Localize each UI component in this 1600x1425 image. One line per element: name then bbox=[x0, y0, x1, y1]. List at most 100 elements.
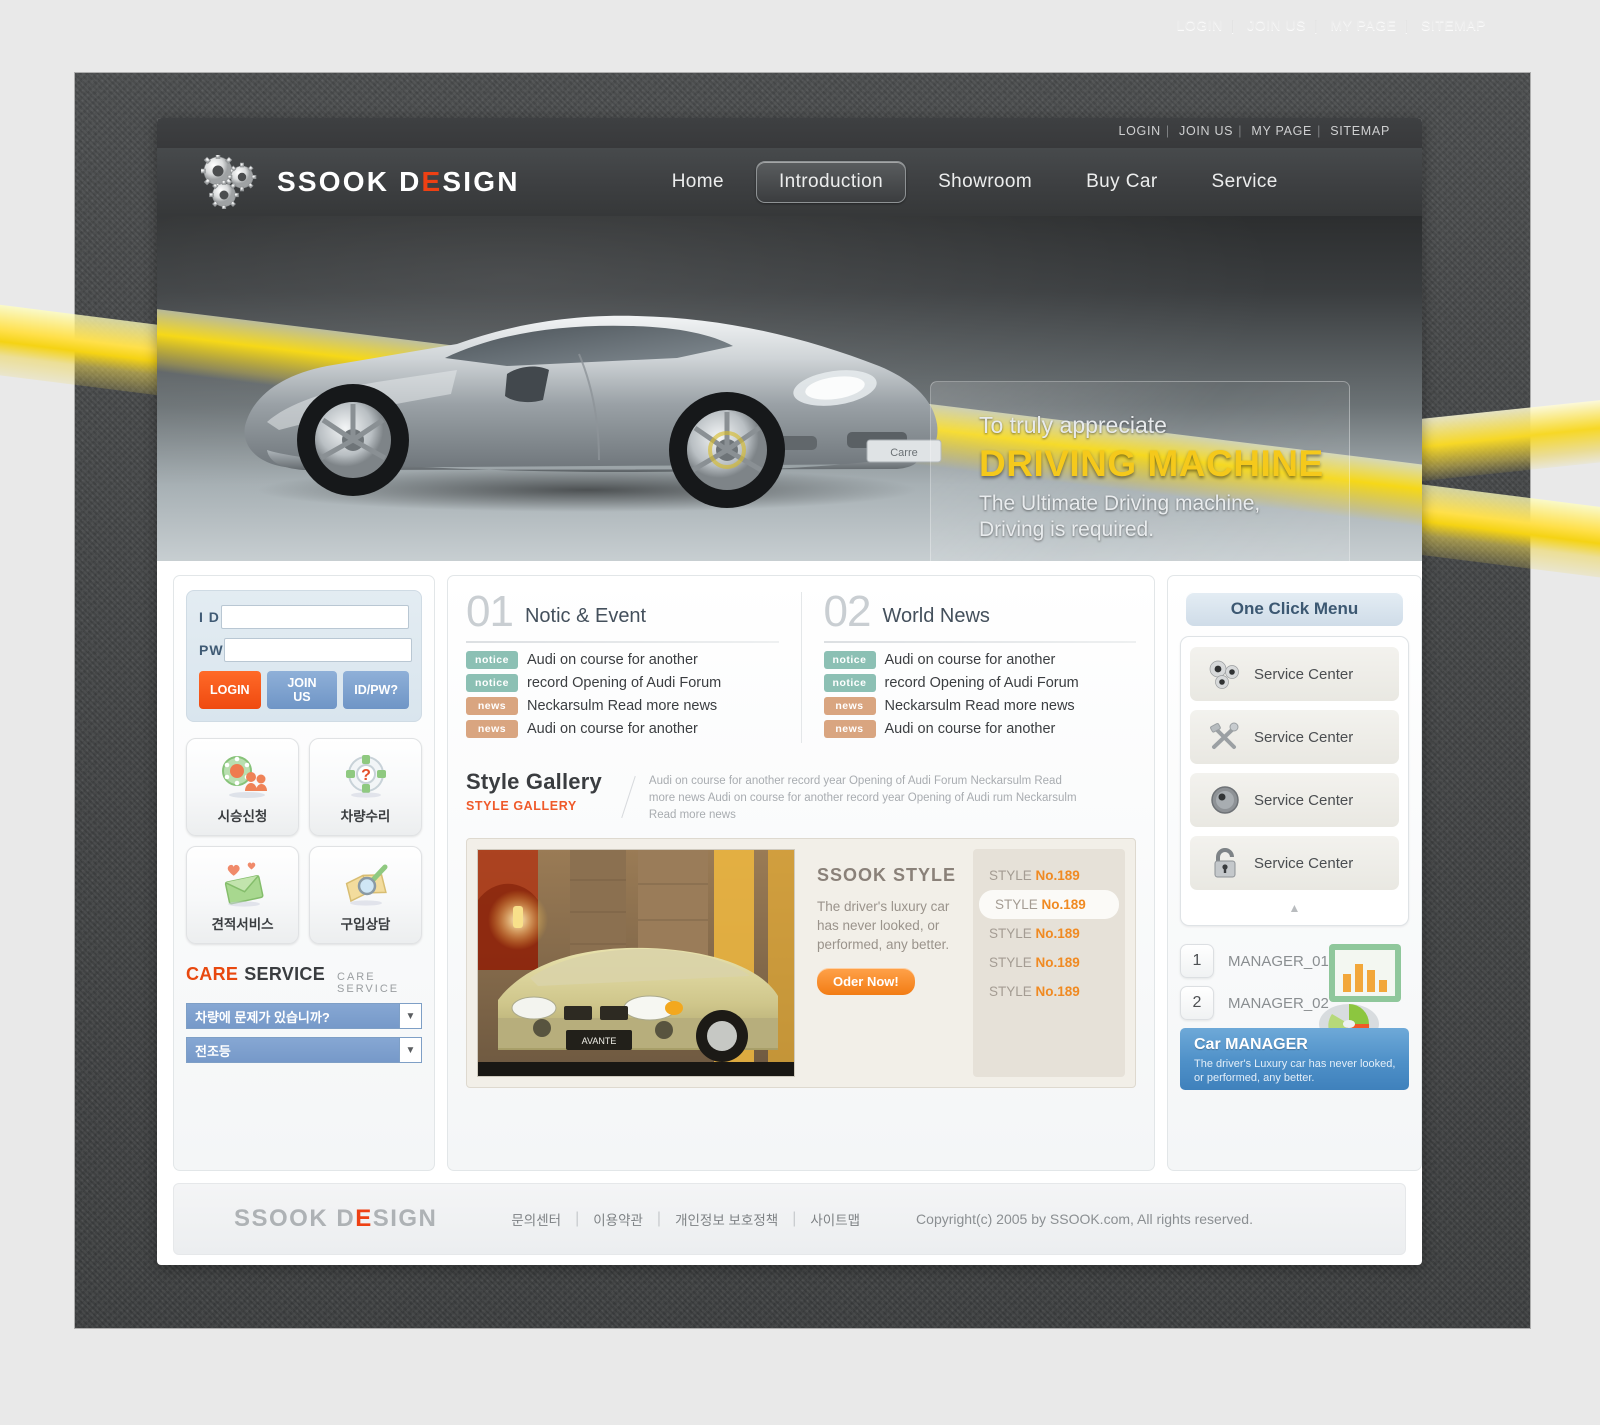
hero-headline: DRIVING MACHINE bbox=[979, 443, 1324, 484]
style-number: No.189 bbox=[1035, 984, 1080, 1000]
news-row[interactable]: notice record Opening of Audi Forum bbox=[823, 673, 1137, 692]
care-title-service: SERVICE bbox=[244, 964, 326, 984]
tile-estimate-service[interactable]: 견적서비스 bbox=[186, 846, 299, 944]
style-gallery-title: Style Gallery bbox=[466, 768, 602, 794]
style-list-item[interactable]: STYLE No.189 bbox=[973, 977, 1125, 1006]
divider bbox=[466, 640, 779, 643]
pw-input[interactable] bbox=[223, 638, 412, 662]
join-us-button[interactable]: JOIN US bbox=[266, 671, 338, 709]
care-select-part-value: 전조등 bbox=[195, 1043, 231, 1059]
tile-test-drive[interactable]: 시승신청 bbox=[186, 738, 299, 836]
one-click-item-lock[interactable]: Service Center bbox=[1190, 836, 1399, 890]
one-click-item-disc[interactable]: Service Center bbox=[1190, 773, 1399, 827]
brand-highlight: E bbox=[421, 166, 443, 197]
utility-mypage-link[interactable]: MY PAGE bbox=[1251, 124, 1312, 138]
footer-brand-highlight: E bbox=[355, 1205, 373, 1232]
style-list-item[interactable]: STYLE No.189 bbox=[973, 919, 1125, 948]
news-row[interactable]: news Neckarsulm Read more news bbox=[823, 696, 1137, 715]
car-plate-label: AVANTE bbox=[582, 1036, 617, 1046]
care-subtitle: CARE SERVICE bbox=[337, 971, 400, 995]
book-magnifier-icon bbox=[340, 857, 392, 911]
car-plate-text: Carre bbox=[890, 447, 918, 459]
style-number: No.189 bbox=[1041, 897, 1086, 913]
ghost-nav-mypage: MY PAGE bbox=[1330, 17, 1397, 33]
one-click-more-button[interactable]: ▲ bbox=[1190, 899, 1399, 919]
one-click-item-gears[interactable]: Service Center bbox=[1190, 647, 1399, 701]
footer-brand-part1: SSOOK D bbox=[234, 1205, 356, 1232]
hero-banner: Carre To truly appreciate DRIVING MACHIN… bbox=[157, 216, 1422, 561]
chevron-down-icon: ▼ bbox=[399, 1004, 421, 1028]
section-number: 01 bbox=[466, 587, 514, 636]
nav-item-introduction[interactable]: Introduction bbox=[755, 161, 907, 203]
left-sidebar: I D PW LOGIN JOIN US ID/PW? 시승신청 ? 차량수리 … bbox=[173, 575, 435, 1171]
style-list: STYLE No.189 STYLE No.189 STYLE No.189 S… bbox=[973, 849, 1125, 1078]
style-list-item-selected[interactable]: STYLE No.189 bbox=[979, 890, 1119, 920]
utility-sitemap-link[interactable]: SITEMAP bbox=[1330, 124, 1390, 138]
car-manager-banner[interactable]: Car MANAGER The driver's Luxury car has … bbox=[1180, 1028, 1409, 1090]
care-service-section: CARE SERVICE CARE SERVICE 차량에 문제가 있습니까? … bbox=[186, 964, 422, 1063]
news-row[interactable]: notice record Opening of Audi Forum bbox=[466, 673, 779, 692]
style-number: No.189 bbox=[1035, 955, 1080, 971]
care-select-part[interactable]: 전조등 ▼ bbox=[186, 1037, 422, 1063]
footer-link-contact[interactable]: 문의센터 bbox=[511, 1209, 561, 1229]
lock-icon bbox=[1204, 847, 1246, 879]
news-text: Audi on course for another bbox=[527, 720, 698, 737]
utility-bar: LOGIN | JOIN US | MY PAGE | SITEMAP bbox=[157, 118, 1422, 148]
brand-logo[interactable]: SSOOK DESIGN bbox=[200, 153, 520, 210]
notice-event-heading: 01 Notic & Event bbox=[466, 587, 779, 636]
news-row[interactable]: notice Audi on course for another bbox=[823, 650, 1137, 669]
pw-field-row: PW bbox=[199, 638, 412, 662]
quick-link-tiles: 시승신청 ? 차량수리 견적서비스 구입상담 bbox=[186, 738, 422, 944]
badge-notice: notice bbox=[823, 673, 876, 692]
manager-number: 2 bbox=[1180, 986, 1214, 1020]
one-click-item-label: Service Center bbox=[1254, 791, 1354, 809]
utility-nav: LOGIN | JOIN US | MY PAGE | SITEMAP bbox=[1118, 124, 1390, 138]
footer-link-privacy[interactable]: 개인정보 보호정책 bbox=[675, 1209, 778, 1229]
footer-link-terms[interactable]: 이용약관 bbox=[593, 1209, 643, 1229]
care-select-problem[interactable]: 차량에 문제가 있습니까? ▼ bbox=[186, 1003, 422, 1029]
find-id-pw-button[interactable]: ID/PW? bbox=[343, 671, 409, 709]
footer-brand: SSOOK DESIGN bbox=[234, 1205, 437, 1233]
news-text: Audi on course for another bbox=[884, 651, 1056, 668]
login-button[interactable]: LOGIN bbox=[199, 671, 261, 709]
page-card: LOGIN | JOIN US | MY PAGE | SITEMAP SSOO… bbox=[157, 118, 1422, 1265]
one-click-menu-title: One Click Menu bbox=[1186, 592, 1403, 626]
site-header: SSOOK DESIGN Home Introduction Showroom … bbox=[157, 148, 1422, 216]
car-manager-desc: The driver's Luxury car has never looked… bbox=[1194, 1058, 1396, 1085]
gallery-photo[interactable]: AVANTE bbox=[477, 849, 795, 1078]
style-list-item[interactable]: STYLE No.189 bbox=[973, 861, 1125, 890]
nav-item-showroom[interactable]: Showroom bbox=[916, 162, 1054, 202]
news-row[interactable]: news Audi on course for another bbox=[823, 719, 1137, 738]
sports-car-image: Carre bbox=[207, 254, 967, 519]
hero-subline-1: The Ultimate Driving machine, bbox=[979, 492, 1261, 515]
one-click-menu-box: Service Center Service Center Service Ce… bbox=[1180, 636, 1409, 926]
nav-item-buy-car[interactable]: Buy Car bbox=[1064, 162, 1179, 202]
tile-vehicle-repair[interactable]: ? 차량수리 bbox=[309, 738, 422, 836]
one-click-item-label: Service Center bbox=[1254, 665, 1354, 683]
badge-notice: notice bbox=[823, 650, 876, 669]
footer-link-sitemap[interactable]: 사이트맵 bbox=[810, 1209, 860, 1229]
utility-join-link[interactable]: JOIN US bbox=[1179, 124, 1233, 138]
style-gallery-description: Audi on course for another record year O… bbox=[648, 774, 1077, 822]
news-text: Audi on course for another bbox=[527, 651, 698, 668]
screenshot-root: LOGIN | JOIN US | MY PAGE | SITEMAP LOGIN | … bbox=[0, 0, 1600, 1425]
tile-purchase-consult[interactable]: 구입상담 bbox=[309, 846, 422, 944]
hero-text-panel: To truly appreciate DRIVING MACHINE The … bbox=[930, 381, 1350, 561]
nav-item-service[interactable]: Service bbox=[1190, 162, 1300, 202]
one-click-item-tools[interactable]: Service Center bbox=[1190, 710, 1399, 764]
news-sections: 01 Notic & Event notice Audi on course f… bbox=[466, 587, 1137, 743]
utility-login-link[interactable]: LOGIN bbox=[1118, 124, 1160, 138]
nav-item-home[interactable]: Home bbox=[650, 162, 746, 202]
disc-icon bbox=[1204, 784, 1246, 816]
style-list-item[interactable]: STYLE No.189 bbox=[973, 948, 1125, 977]
column-divider bbox=[800, 592, 802, 743]
chevron-down-icon: ▼ bbox=[399, 1038, 421, 1062]
gallery-order-now-button[interactable]: Oder Now! bbox=[817, 968, 915, 996]
id-label: I D bbox=[199, 609, 220, 625]
news-row[interactable]: notice Audi on course for another bbox=[466, 650, 779, 669]
id-input[interactable] bbox=[221, 605, 409, 629]
news-row[interactable]: news Neckarsulm Read more news bbox=[466, 696, 779, 715]
badge-notice: notice bbox=[466, 650, 518, 669]
news-row[interactable]: news Audi on course for another bbox=[466, 719, 779, 738]
tools-icon bbox=[1204, 721, 1246, 753]
